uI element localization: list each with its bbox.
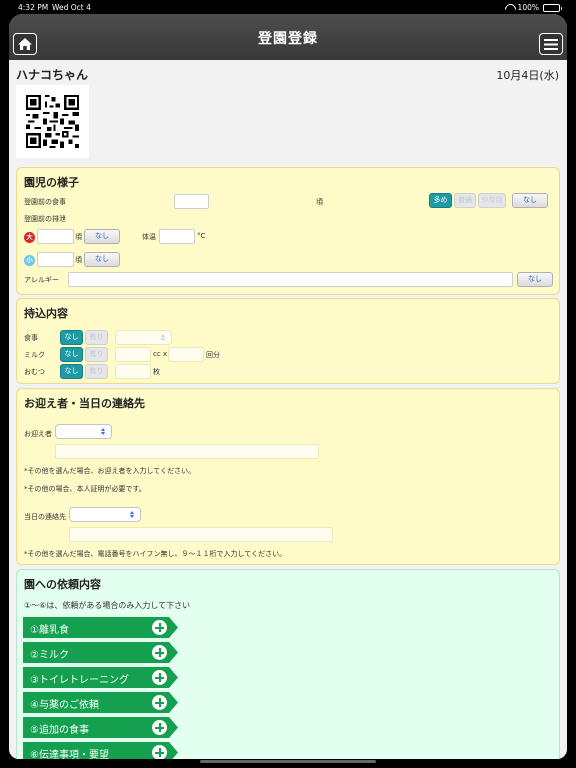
request-item-messages[interactable]: ⑥伝達事項・要望 xyxy=(23,742,178,759)
milk-times-input[interactable] xyxy=(168,347,204,362)
belongings-section: 持込内容 食事 なし 有り ミルク なし 有り cc x 回分 おむつ なし 有… xyxy=(16,298,560,384)
diaper-sheets-label: 枚 xyxy=(153,368,160,376)
milk-amount-input[interactable] xyxy=(115,347,151,362)
qr-code xyxy=(16,85,89,158)
diaper-present-button[interactable]: 有り xyxy=(85,364,108,379)
milk-present-button[interactable]: 有り xyxy=(85,347,108,362)
request-item-label: ⑥伝達事項・要望 xyxy=(30,750,109,759)
pickup-person-input[interactable] xyxy=(55,444,319,459)
qr-code-icon xyxy=(26,95,79,148)
pickup-person-select[interactable] xyxy=(55,424,112,439)
battery-percent: 100% xyxy=(517,3,539,12)
request-item-medication[interactable]: ④与薬のご依頼 xyxy=(23,692,178,713)
milk-label: ミルク xyxy=(24,351,45,359)
child-name: ハナコちゃん xyxy=(16,68,89,82)
food-present-button[interactable]: 有り xyxy=(85,330,108,345)
milk-cc-label: cc x xyxy=(153,350,168,358)
pee-time-suffix: 頃 xyxy=(75,256,82,264)
milk-none-button[interactable]: なし xyxy=(60,347,83,362)
excretion-label: 登園前の排泄 xyxy=(24,215,66,223)
poop-none-button[interactable]: なし xyxy=(84,229,120,244)
belongings-title: 持込内容 xyxy=(24,307,68,320)
plus-circle-icon[interactable] xyxy=(152,645,167,660)
contact-label: 当日の連絡先 xyxy=(24,513,66,521)
hamburger-menu-icon xyxy=(544,39,558,50)
temperature-unit: °C xyxy=(197,232,206,240)
request-item-baby-food[interactable]: ①離乳食 xyxy=(23,617,178,638)
request-item-label: ⑤追加の食事 xyxy=(30,725,89,736)
request-item-toilet-training[interactable]: ③トイレトレーニング xyxy=(23,667,178,688)
pickup-person-label: お迎え者 xyxy=(24,430,52,438)
amount-option-less[interactable]: 少な目 xyxy=(478,193,506,208)
pickup-title: お迎え者・当日の連絡先 xyxy=(24,397,145,410)
diaper-none-button[interactable]: なし xyxy=(60,364,83,379)
poop-badge: 大 xyxy=(24,232,35,243)
amount-option-normal[interactable]: 普通 xyxy=(454,193,476,208)
request-item-label: ②ミルク xyxy=(30,650,69,661)
food-select[interactable] xyxy=(115,330,172,345)
pickup-note-2: *その他の場合、本人証明が必要です。 xyxy=(24,485,146,493)
temperature-label: 体温 xyxy=(142,233,156,241)
plus-circle-icon[interactable] xyxy=(152,695,167,710)
diaper-label: おむつ xyxy=(24,368,45,376)
request-item-label: ④与薬のご依頼 xyxy=(30,700,99,711)
allergy-none-button[interactable]: なし xyxy=(517,272,553,287)
wifi-icon xyxy=(505,4,514,11)
plus-circle-icon[interactable] xyxy=(152,670,167,685)
battery-icon xyxy=(543,3,562,12)
pee-badge: 小 xyxy=(24,255,35,266)
pickup-section: お迎え者・当日の連絡先 お迎え者 *その他を選んだ場合、お迎え者を入力してくださ… xyxy=(16,388,560,565)
meal-time-input[interactable] xyxy=(174,194,209,209)
plus-circle-icon[interactable] xyxy=(152,720,167,735)
status-bar: 4:32 PM Wed Oct 4 100% xyxy=(0,0,576,14)
status-time: 4:32 PM xyxy=(18,3,49,12)
child-info: ハナコちゃん 10月4日(水) xyxy=(9,60,567,165)
navigation-bar: 登園登録 xyxy=(9,14,567,60)
pee-time-input[interactable] xyxy=(37,252,74,267)
condition-title: 園児の様子 xyxy=(24,176,79,189)
milk-times-label: 回分 xyxy=(206,351,220,359)
allergy-input[interactable] xyxy=(68,272,513,287)
meal-time-suffix: 頃 xyxy=(316,198,323,206)
page-title: 登園登録 xyxy=(258,31,318,47)
pee-none-button[interactable]: なし xyxy=(84,252,120,267)
pickup-note-1: *その他を選んだ場合、お迎え者を入力してください。 xyxy=(24,467,196,475)
allergy-label: アレルギー xyxy=(24,276,59,284)
food-label: 食事 xyxy=(24,334,38,342)
amount-option-more[interactable]: 多め xyxy=(429,193,452,208)
request-item-milk[interactable]: ②ミルク xyxy=(23,642,178,663)
current-date: 10月4日(水) xyxy=(496,69,559,82)
requests-title: 園への依頼内容 xyxy=(24,578,101,591)
contact-note: *その他を選んだ場合、電話番号をハイフン無し、９～１１桁で入力してください。 xyxy=(24,550,287,558)
meal-before-label: 登園前の食事 xyxy=(24,198,66,206)
request-item-extra-meal[interactable]: ⑤追加の食事 xyxy=(23,717,178,738)
poop-time-suffix: 頃 xyxy=(75,233,82,241)
diaper-count-input[interactable] xyxy=(115,364,151,379)
requests-section: 園への依頼内容 ①～⑥は、依頼がある場合のみ入力して下さい ①離乳食 ②ミルク … xyxy=(16,569,560,759)
temperature-input[interactable] xyxy=(159,229,195,244)
meal-none-button[interactable]: なし xyxy=(512,193,548,208)
plus-circle-icon[interactable] xyxy=(152,745,167,759)
scroll-content[interactable]: ハナコちゃん 10月4日(水) 園児の様子 登園前の食事 頃 多め 普通 少な目… xyxy=(9,60,567,759)
request-item-label: ①離乳食 xyxy=(30,625,69,636)
menu-button[interactable] xyxy=(539,33,563,55)
plus-circle-icon[interactable] xyxy=(152,620,167,635)
home-indicator xyxy=(200,760,376,763)
status-right: 100% xyxy=(505,3,562,12)
contact-phone-input[interactable] xyxy=(69,527,333,542)
requests-instruction: ①～⑥は、依頼がある場合のみ入力して下さい xyxy=(24,601,191,610)
request-item-label: ③トイレトレーニング xyxy=(30,675,129,686)
app-frame: 登園登録 ハナコちゃん 10月4日(水) 園児の様子 登園前の食事 頃 多め 普… xyxy=(9,14,567,759)
poop-time-input[interactable] xyxy=(37,229,74,244)
contact-select[interactable] xyxy=(69,507,141,522)
status-date: Wed Oct 4 xyxy=(52,3,91,12)
food-none-button[interactable]: なし xyxy=(60,330,83,345)
condition-section: 園児の様子 登園前の食事 頃 多め 普通 少な目 なし 登園前の排泄 大 頃 な… xyxy=(16,167,560,295)
